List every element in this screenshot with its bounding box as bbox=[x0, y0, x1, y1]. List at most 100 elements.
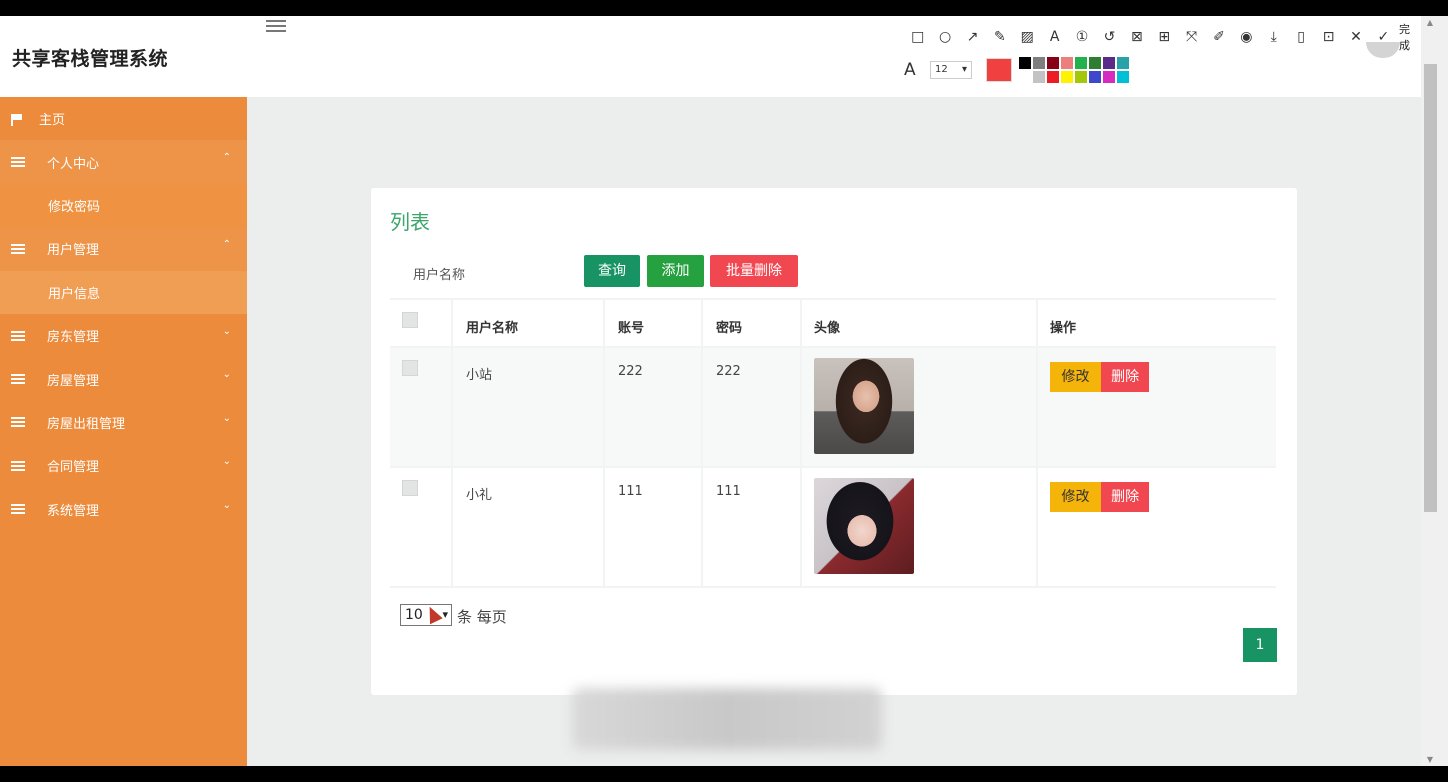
color-swatch[interactable] bbox=[1103, 56, 1115, 69]
list-icon bbox=[11, 243, 25, 254]
color-swatch[interactable] bbox=[1117, 56, 1129, 69]
color-swatch[interactable] bbox=[1047, 70, 1059, 83]
username-cell: 小站 bbox=[453, 348, 605, 466]
color-swatch[interactable] bbox=[1061, 56, 1073, 69]
edit-button[interactable]: 修改 bbox=[1050, 482, 1101, 512]
font-size-select[interactable]: 12 bbox=[930, 61, 972, 79]
column-header: 操作 bbox=[1050, 321, 1077, 336]
color-swatch[interactable] bbox=[1019, 56, 1031, 69]
avatar-cell bbox=[802, 468, 1038, 586]
rect-icon[interactable]: □ bbox=[904, 26, 931, 48]
sidebar: 主页 个人中心 ⌃ 修改密码 用户管理 ⌃ 用户信息 房东管理 ⌄ 房屋管理 ⌄… bbox=[0, 97, 247, 766]
table-row: 小站 222 222 修改 删除 bbox=[390, 348, 1276, 468]
per-page-label: 条 每页 bbox=[457, 608, 507, 626]
sidebar-item-label: 合同管理 bbox=[47, 460, 100, 476]
list-icon bbox=[11, 330, 25, 341]
sidebar-item-label: 主页 bbox=[39, 113, 66, 129]
sidebar-subitem-user-info[interactable]: 用户信息 bbox=[0, 270, 247, 314]
search-input[interactable]: 用户名称 bbox=[413, 264, 465, 283]
sidebar-item-users[interactable]: 用户管理 ⌃ bbox=[0, 227, 247, 271]
sidebar-subitem-change-password[interactable]: 修改密码 bbox=[0, 183, 247, 228]
select-all-cell bbox=[390, 300, 453, 346]
current-color-swatch[interactable] bbox=[986, 58, 1012, 82]
table-row: 小礼 111 111 修改 删除 bbox=[390, 468, 1276, 588]
color-swatch[interactable] bbox=[1075, 70, 1087, 83]
select-all-checkbox[interactable] bbox=[402, 312, 418, 328]
row-checkbox[interactable] bbox=[402, 480, 418, 496]
chevron-down-icon: ▾ bbox=[442, 608, 448, 621]
phone-icon[interactable]: ▯ bbox=[1287, 26, 1314, 48]
page-size-value: 10 bbox=[405, 607, 423, 623]
scroll-down-icon[interactable]: ▼ bbox=[1421, 755, 1439, 764]
column-header: 头像 bbox=[802, 300, 1038, 346]
avatar bbox=[814, 358, 914, 454]
color-palette[interactable] bbox=[1019, 56, 1130, 84]
password-cell: 222 bbox=[703, 348, 802, 466]
delete-button[interactable]: 删除 bbox=[1101, 482, 1150, 512]
pencil-icon[interactable]: ✐ bbox=[1205, 26, 1232, 48]
scroll-thumb[interactable] bbox=[1424, 64, 1437, 512]
color-swatch[interactable] bbox=[1047, 56, 1059, 69]
color-swatch[interactable] bbox=[1117, 70, 1129, 83]
color-swatch[interactable] bbox=[1075, 56, 1087, 69]
sidebar-item-profile[interactable]: 个人中心 ⌃ bbox=[0, 140, 247, 184]
record-icon[interactable]: ◉ bbox=[1233, 26, 1260, 48]
number-icon[interactable]: ① bbox=[1068, 26, 1095, 48]
blurred-overlay bbox=[572, 688, 882, 750]
batch-delete-button[interactable]: 批量删除 bbox=[710, 255, 798, 287]
color-swatch[interactable] bbox=[1089, 70, 1101, 83]
row-select-cell bbox=[390, 468, 453, 586]
save-icon[interactable]: ⊡ bbox=[1315, 26, 1342, 48]
chevron-up-icon: ⌃ bbox=[222, 239, 231, 251]
floating-handle[interactable] bbox=[1366, 42, 1400, 58]
sidebar-item-contracts[interactable]: 合同管理 ⌄ bbox=[0, 444, 247, 487]
color-swatch[interactable] bbox=[1103, 70, 1115, 83]
list-icon bbox=[11, 374, 25, 384]
list-panel: 列表 用户名称 查询 添加 批量删除 用户名称 账号 密码 头像 操作 小站 2… bbox=[371, 188, 1297, 695]
color-swatch[interactable] bbox=[1061, 70, 1073, 83]
sidebar-item-home[interactable]: 主页 bbox=[0, 97, 247, 140]
delete-button[interactable]: 删除 bbox=[1101, 362, 1150, 392]
download-icon[interactable]: ⤓ bbox=[1260, 26, 1287, 48]
color-swatch[interactable] bbox=[1089, 56, 1101, 69]
sidebar-item-landlords[interactable]: 房东管理 ⌄ bbox=[0, 314, 247, 357]
page-button-current[interactable]: 1 bbox=[1243, 628, 1277, 662]
list-icon bbox=[11, 417, 25, 427]
scroll-icon[interactable]: ⤧ bbox=[1178, 26, 1205, 48]
arrow-icon[interactable]: ↗ bbox=[959, 26, 986, 48]
menu-toggle-icon[interactable] bbox=[266, 20, 286, 34]
list-icon bbox=[11, 157, 25, 167]
sidebar-item-label: 房屋管理 bbox=[47, 373, 100, 389]
mosaic-icon[interactable]: ▨ bbox=[1014, 26, 1041, 48]
done-button[interactable]: 完成 bbox=[1399, 21, 1421, 53]
password-cell: 111 bbox=[703, 468, 802, 586]
app-title: 共享客栈管理系统 bbox=[12, 48, 169, 70]
row-checkbox[interactable] bbox=[402, 360, 418, 376]
sidebar-item-label: 用户管理 bbox=[47, 243, 100, 259]
vertical-scrollbar[interactable]: ▲ ▼ bbox=[1421, 16, 1448, 766]
color-swatch[interactable] bbox=[1019, 70, 1031, 83]
color-swatch[interactable] bbox=[1033, 56, 1045, 69]
username-cell: 小礼 bbox=[453, 468, 605, 586]
sidebar-item-label: 房东管理 bbox=[47, 330, 100, 346]
sidebar-item-system[interactable]: 系统管理 ⌄ bbox=[0, 488, 247, 531]
pen-icon[interactable]: ✎ bbox=[986, 26, 1013, 48]
color-swatch[interactable] bbox=[1033, 70, 1045, 83]
pin-icon[interactable]: ⊠ bbox=[1123, 26, 1150, 48]
chevron-up-icon: ⌃ bbox=[222, 152, 231, 164]
circle-icon[interactable]: ○ bbox=[931, 26, 958, 48]
column-header: 用户名称 bbox=[453, 300, 605, 346]
edit-button[interactable]: 修改 bbox=[1050, 362, 1101, 392]
text-icon[interactable]: A bbox=[1041, 26, 1068, 48]
screenshot-toolbar: □ ○ ↗ ✎ ▨ A ① ↺ ⊠ ⊞ ⤧ ✐ ◉ ⤓ ▯ ⊡ ✕ ✓ 完成 bbox=[904, 21, 1421, 53]
avatar bbox=[814, 478, 914, 574]
sidebar-item-label: 个人中心 bbox=[47, 156, 100, 172]
sidebar-item-houses[interactable]: 房屋管理 ⌄ bbox=[0, 357, 247, 400]
column-header: 账号 bbox=[605, 300, 703, 346]
query-button[interactable]: 查询 bbox=[584, 255, 640, 287]
scroll-up-icon[interactable]: ▲ bbox=[1421, 18, 1439, 27]
sidebar-item-rentals[interactable]: 房屋出租管理 ⌄ bbox=[0, 401, 247, 444]
ocr-icon[interactable]: ⊞ bbox=[1151, 26, 1178, 48]
add-button[interactable]: 添加 bbox=[647, 255, 704, 287]
undo-icon[interactable]: ↺ bbox=[1096, 26, 1123, 48]
